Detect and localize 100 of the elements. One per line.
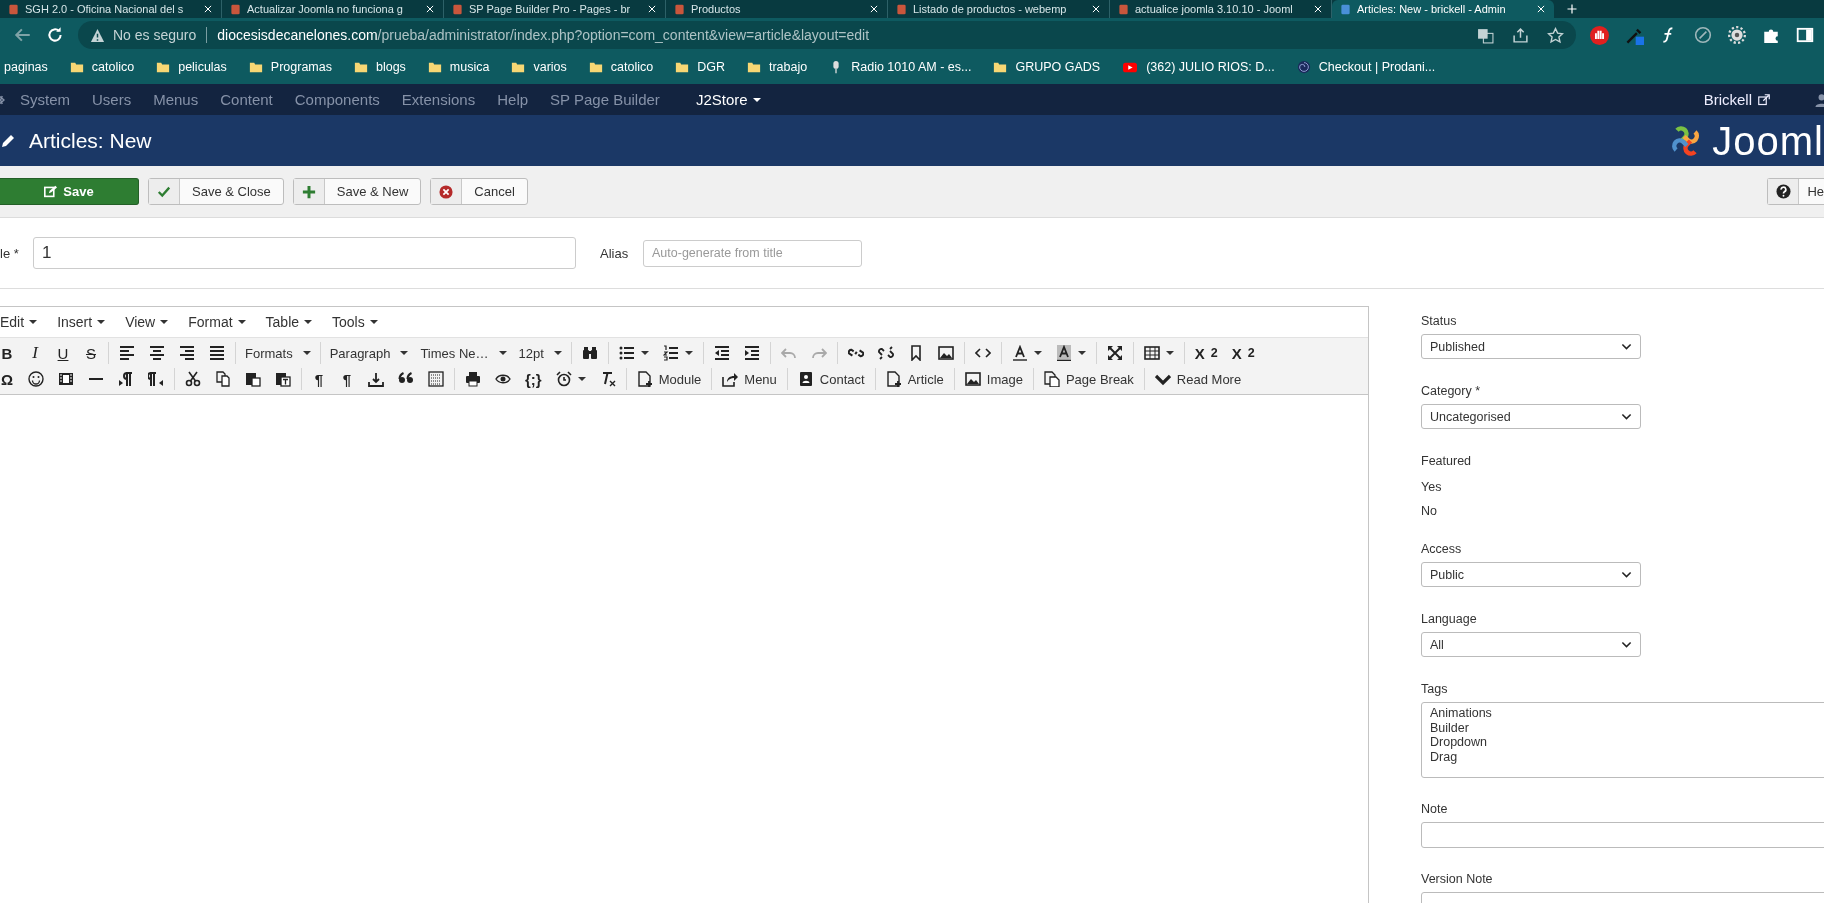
admin-menu-item[interactable]: J2Store <box>684 91 772 108</box>
translate-icon[interactable] <box>1477 26 1494 44</box>
bookmark-link[interactable]: peliculas <box>178 59 227 74</box>
symbol-button[interactable]: ¶ <box>305 367 333 391</box>
insert-button[interactable]: Module <box>629 367 709 391</box>
save-button[interactable]: Save <box>0 178 139 205</box>
editor-menu[interactable]: View <box>115 314 179 330</box>
toolbar-button[interactable]: Cancel <box>430 178 528 205</box>
close-icon[interactable] <box>1091 4 1101 14</box>
hand-icon[interactable] <box>1590 25 1609 45</box>
close-icon[interactable] <box>1313 4 1323 14</box>
bookmark-link[interactable]: (362) JULIO RIOS: D... <box>1146 59 1275 74</box>
admin-menu-item[interactable]: Extensions <box>390 91 487 108</box>
share-icon[interactable] <box>1512 26 1529 44</box>
bookmark-link[interactable]: GRUPO GADS <box>1015 59 1101 74</box>
bookmark-link[interactable]: catolico <box>610 59 654 74</box>
ltr-paragraph-icon[interactable] <box>118 371 134 387</box>
insert-icon[interactable] <box>368 371 384 387</box>
new-tab-icon[interactable] <box>1566 3 1578 15</box>
bold-button[interactable]: B <box>0 341 21 365</box>
bookmark-link[interactable]: catolico <box>91 59 135 74</box>
help-button[interactable]: He <box>1767 178 1824 205</box>
media-icon[interactable] <box>58 371 74 387</box>
featured-option[interactable]: Yes <box>1421 480 1824 494</box>
bookmark-link[interactable]: blogs <box>375 59 406 74</box>
paste-text-icon[interactable] <box>275 371 291 387</box>
printer-icon[interactable] <box>465 371 481 387</box>
smiley-icon[interactable] <box>28 371 44 387</box>
toolbar-button[interactable]: Save & New <box>292 178 422 205</box>
insert-button[interactable]: Image <box>957 367 1030 391</box>
italic-button[interactable]: I <box>21 341 49 365</box>
strikethrough-button[interactable]: S <box>77 341 105 365</box>
bookmark-link[interactable]: Programas <box>270 59 332 74</box>
toolbar-button[interactable]: Save & Close <box>148 178 284 205</box>
symbol-button[interactable]: {;} <box>518 367 549 391</box>
admin-menu-item[interactable]: Content <box>209 91 284 108</box>
align-left-icon[interactable] <box>119 345 135 361</box>
highlight-color-icon[interactable] <box>1055 345 1072 361</box>
alias-field[interactable]: Auto-generate from title <box>643 239 862 267</box>
admin-menu-item[interactable]: System <box>9 91 81 108</box>
category-select[interactable]: Uncategorised <box>1421 404 1641 429</box>
symbol-button[interactable]: Ω <box>0 367 21 391</box>
close-icon[interactable] <box>647 4 657 14</box>
fullscreen-icon[interactable] <box>1106 345 1123 361</box>
note-field[interactable] <box>1421 822 1824 848</box>
insert-button[interactable]: Contact <box>790 367 872 391</box>
bulleted-list-icon[interactable] <box>618 345 635 361</box>
bookmark-link[interactable]: Radio 1010 AM - es... <box>851 59 972 74</box>
status-select[interactable]: Published <box>1421 334 1641 359</box>
close-icon[interactable] <box>869 4 879 14</box>
admin-menu-item[interactable]: Menus <box>142 91 210 108</box>
editor-menu[interactable]: Insert <box>47 314 116 330</box>
table-icon[interactable] <box>1143 345 1160 361</box>
symbol-button[interactable]: ¶ <box>333 367 361 391</box>
admin-menu-item[interactable]: Help <box>486 91 540 108</box>
close-icon[interactable] <box>1536 4 1546 14</box>
editor-menu[interactable]: Edit <box>0 314 48 330</box>
unlink-icon[interactable] <box>877 345 894 361</box>
editor-menu[interactable]: Format <box>178 314 256 330</box>
back-arrow-icon[interactable] <box>14 26 32 44</box>
toolbar-dropdown[interactable]: Paragraph <box>323 341 415 365</box>
tags-list[interactable]: Animations Builder Dropdown Drag <box>1421 702 1824 778</box>
indent-icon[interactable] <box>743 345 760 361</box>
visual-blocks-icon[interactable] <box>428 371 444 387</box>
address-bar[interactable]: No es seguro diocesisdecanelones.com/prueba/administrator/index.php?option=com_content&view=article&layout=edit <box>78 21 1576 49</box>
site-link[interactable]: Brickell <box>1703 91 1752 108</box>
browser-tab[interactable]: Articles: New - brickell - Admin <box>1332 0 1554 18</box>
close-icon[interactable] <box>203 4 213 14</box>
insert-button[interactable]: Page Break <box>1036 367 1141 391</box>
title-field[interactable]: 1 <box>33 237 576 269</box>
toolbar-dropdown[interactable]: 12pt <box>512 341 568 365</box>
bookmark-link[interactable]: musica <box>449 59 490 74</box>
copy-icon[interactable] <box>215 371 231 387</box>
insert-button[interactable]: Menu <box>715 367 784 391</box>
binoculars-icon[interactable] <box>581 345 598 361</box>
justify-icon[interactable] <box>209 345 225 361</box>
bookmark-link[interactable]: varios <box>533 59 567 74</box>
underline-button[interactable]: U <box>49 341 77 365</box>
admin-menu-item[interactable]: Users <box>81 91 143 108</box>
language-select[interactable]: All <box>1421 632 1641 657</box>
gear-icon[interactable] <box>1728 26 1746 44</box>
access-select[interactable]: Public <box>1421 562 1641 587</box>
insert-button[interactable]: Article <box>878 367 951 391</box>
editor-menu[interactable]: Table <box>255 314 323 330</box>
paste-icon[interactable] <box>245 371 261 387</box>
sidebar-icon[interactable] <box>1796 26 1814 44</box>
bookmark-link[interactable]: Checkout | Prodani... <box>1318 59 1436 74</box>
featured-option[interactable]: No <box>1421 504 1824 518</box>
toolbar-dropdown[interactable]: Times Ne… <box>414 341 513 365</box>
bookmark-link[interactable]: DGR <box>697 59 725 74</box>
close-icon[interactable] <box>425 4 435 14</box>
editor-menu[interactable]: Tools <box>322 314 388 330</box>
compass-icon[interactable] <box>1694 26 1712 44</box>
external-link-icon[interactable] <box>1758 93 1770 106</box>
image-icon[interactable] <box>937 345 954 361</box>
rtl-paragraph-icon[interactable] <box>148 371 164 387</box>
reload-icon[interactable] <box>46 26 64 44</box>
numbered-list-icon[interactable] <box>662 345 679 361</box>
bookmark-link[interactable]: paginas <box>4 59 48 74</box>
toolbar-dropdown[interactable]: Formats <box>239 341 317 365</box>
